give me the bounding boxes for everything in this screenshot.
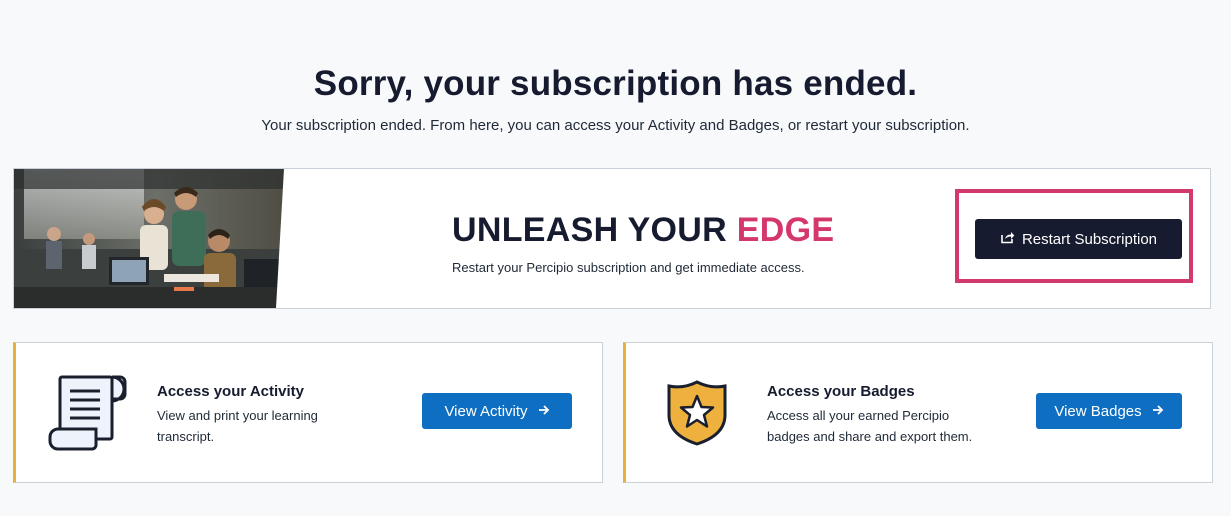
office-team-photo — [14, 169, 299, 308]
banner-heading: UNLEASH YOUR EDGE — [452, 211, 834, 250]
scroll-icon — [46, 373, 128, 453]
share-icon — [1000, 230, 1015, 248]
activity-card-title: Access your Activity — [157, 383, 305, 400]
badges-card: Access your Badges Access all your earne… — [623, 342, 1213, 483]
page-subtitle: Your subscription ended. From here, you … — [261, 117, 970, 134]
badges-card-description: Access all your earned Percipio badges a… — [767, 408, 973, 444]
shield-star-icon — [666, 379, 728, 447]
arrow-right-icon — [538, 403, 550, 420]
banner-heading-main: UNLEASH YOUR — [452, 211, 737, 249]
banner-heading-accent: EDGE — [736, 211, 835, 249]
activity-card: Access your Activity View and print your… — [13, 342, 603, 483]
view-badges-button[interactable]: View Badges — [1036, 393, 1182, 429]
view-activity-button[interactable]: View Activity — [422, 393, 572, 429]
restart-banner: UNLEASH YOUR EDGE Restart your Percipio … — [13, 168, 1211, 309]
view-badges-label: View Badges — [1054, 402, 1142, 420]
restart-subscription-button[interactable]: Restart Subscription — [975, 219, 1182, 259]
view-activity-label: View Activity — [444, 402, 528, 420]
restart-subscription-label: Restart Subscription — [1021, 230, 1158, 248]
arrow-right-icon — [1152, 403, 1164, 420]
page-title: Sorry, your subscription has ended. — [313, 64, 918, 103]
banner-text: Restart your Percipio subscription and g… — [452, 260, 805, 275]
badges-card-title: Access your Badges — [767, 383, 915, 400]
activity-card-description: View and print your learning transcript. — [157, 408, 318, 444]
